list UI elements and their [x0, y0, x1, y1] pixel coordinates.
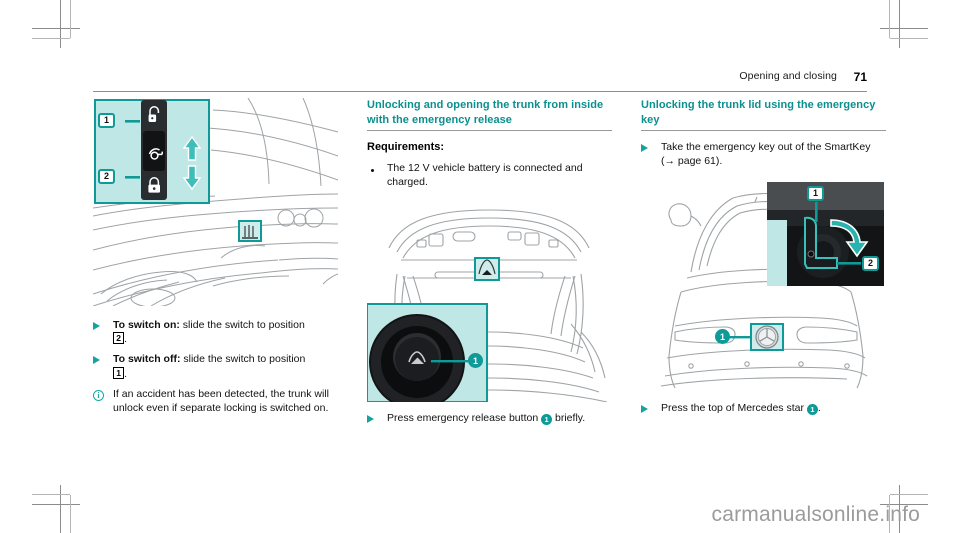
left-column: 1 2 To switch on: slide the switch to po… — [93, 98, 338, 443]
watermark: carmanualsonline.info — [711, 503, 920, 526]
note-item: i If an accident has been detected, the … — [93, 387, 338, 415]
caption-pre: Press the top of Mercedes star — [661, 402, 804, 415]
list-item: To switch on: slide the switch to positi… — [93, 318, 338, 346]
running-head: Opening and closing 71 — [93, 70, 867, 92]
three-column-layout: 1 2 To switch on: slide the switch to po… — [93, 98, 893, 443]
requirement-item: The 12 V vehicle battery is connected an… — [367, 161, 612, 189]
info-icon: i — [93, 387, 113, 415]
caption-post: . — [817, 402, 821, 415]
figure-ref-2: 2 — [98, 169, 115, 184]
figure-separate-locking-switch: 1 2 — [93, 98, 338, 306]
triangle-bullet-icon — [93, 352, 113, 380]
instruction-text: Take the emergency key out of the SmartK… — [661, 141, 871, 168]
instruction-text: slide the switch to position — [179, 319, 305, 331]
instruction-tail: . — [124, 333, 128, 346]
requirements-heading: Requirements: — [367, 141, 445, 153]
middle-column: Unlocking and opening the trunk from ins… — [367, 98, 612, 443]
list-item: To switch off: slide the switch to posit… — [93, 352, 338, 380]
triangle-bullet-icon — [93, 318, 113, 346]
release-button-highlight-box — [474, 257, 500, 282]
requirement-text: The 12 V vehicle battery is connected an… — [387, 162, 583, 189]
mercedes-star-icon — [755, 325, 779, 350]
manual-page: Opening and closing 71 1 2 To switch on:… — [0, 0, 960, 533]
triangle-bullet-icon — [367, 411, 387, 427]
mercedes-star-highlight-box — [750, 323, 784, 352]
list-item: Take the emergency key out of the SmartK… — [641, 140, 886, 168]
figure-ref-1: 1 — [98, 113, 115, 128]
section-heading-emergency-release: Unlocking and opening the trunk from ins… — [367, 98, 612, 131]
figure-emergency-release-button: 1 — [367, 202, 612, 403]
triangle-bullet-icon — [641, 140, 661, 168]
figure-emergency-key-lock: 1 2 1 — [641, 180, 886, 393]
inline-ref-1: 1 — [806, 404, 818, 416]
instruction-label: To switch off: — [113, 353, 181, 366]
caption-pre: Press emergency release button — [387, 412, 539, 425]
figure-ref-2-inset: 2 — [862, 256, 879, 272]
figure-ref-1-inset: 1 — [807, 186, 824, 202]
bullet-icon — [367, 161, 387, 189]
inline-ref-1: 1 — [113, 366, 125, 379]
instruction-text: slide the switch to position — [180, 353, 306, 366]
caption-post: briefly. — [555, 412, 586, 425]
switch-highlight-box — [238, 220, 262, 242]
chapter-title: Opening and closing — [739, 70, 837, 82]
triangle-bullet-icon — [641, 401, 661, 417]
right-column: Unlocking the trunk lid using the emerge… — [641, 98, 886, 443]
figure-caption: Press the top of Mercedes star 1. — [641, 401, 886, 417]
inline-ref-2: 2 — [113, 332, 125, 345]
instruction-label: To switch on: — [113, 319, 180, 331]
figure-caption: Press emergency release button 1 briefly… — [367, 411, 612, 427]
page-number: 71 — [853, 70, 867, 84]
section-heading-emergency-key: Unlocking the trunk lid using the emerge… — [641, 98, 886, 131]
instruction-tail: . — [124, 367, 128, 380]
left-instructions: To switch on: slide the switch to positi… — [93, 318, 338, 415]
inline-ref-1: 1 — [541, 414, 553, 426]
note-text: If an accident has been detected, the tr… — [113, 387, 329, 415]
